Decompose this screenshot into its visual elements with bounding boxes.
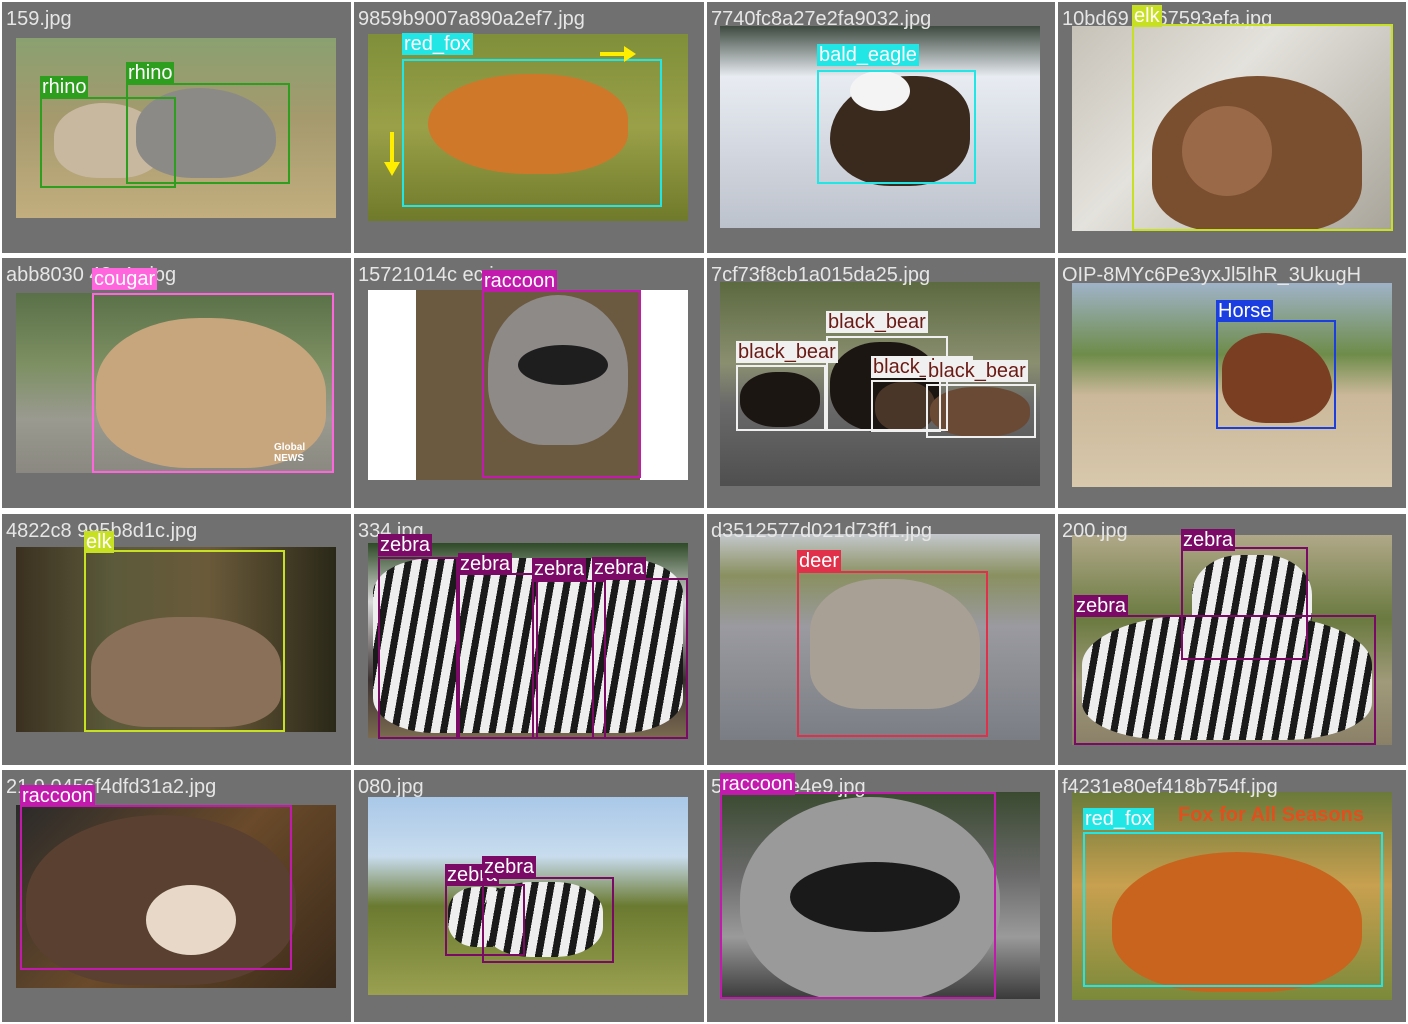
image-filename: 080.jpg (358, 776, 424, 798)
grid-cell: 21 9 0456f4dfd31a2.jpg raccoon (2, 770, 351, 1022)
yellow-arrow-icon (382, 130, 402, 183)
grid-cell: 7740fc8a27e2fa9032.jpg bald_eagle (707, 2, 1055, 253)
bounding-box[interactable] (458, 573, 538, 739)
bounding-box[interactable] (482, 290, 641, 478)
box-label: cougar (92, 268, 158, 290)
box-label: zebra (532, 558, 587, 580)
image-filename: 200.jpg (1062, 520, 1128, 542)
bounding-box[interactable] (1216, 320, 1336, 429)
bounding-box[interactable] (592, 578, 688, 739)
box-label: red_fox (1083, 808, 1154, 830)
box-label: zebra (1074, 595, 1129, 617)
grid-cell: 159.jpg rhino rhino (2, 2, 351, 253)
box-label: raccoon (482, 270, 558, 292)
box-label: black_bear (826, 311, 928, 333)
box-label: rhino (40, 76, 89, 98)
bounding-box[interactable] (402, 59, 662, 207)
grid-cell: 080.jpg zebra zebra (354, 770, 704, 1022)
box-label: black_bear (736, 341, 838, 363)
grid-cell: abb8030 43c4e.jpgcougarGlobal NEWS (2, 258, 351, 508)
box-label: zebra (1181, 529, 1236, 551)
bounding-box[interactable] (736, 365, 826, 431)
bounding-box[interactable] (1074, 615, 1376, 745)
image-filename: OIP-8MYc6Pe3yxJl5IhR_3UkugH (1062, 264, 1362, 286)
box-label: Horse (1216, 300, 1274, 322)
grid-cell: 10bd69 6667593efa.jpg elk (1058, 2, 1406, 253)
bounding-box[interactable] (378, 557, 458, 739)
grid-cell: 200.jpg zebra zebra (1058, 514, 1406, 765)
grid-cell: 334.jpg zebra zebra zebra zebra (354, 514, 704, 765)
grid-cell: 4822c8 995b8d1c.jpg elk (2, 514, 351, 765)
box-label: zebra (592, 557, 647, 579)
bounding-box[interactable] (1083, 832, 1383, 987)
image-filename: 159.jpg (6, 8, 72, 30)
box-label: raccoon (720, 773, 796, 795)
bounding-box[interactable] (1132, 24, 1393, 231)
yellow-arrow-icon (598, 44, 638, 69)
image-filename: 7cf73f8cb1a015da25.jpg (711, 264, 931, 286)
box-label: rhino (126, 62, 175, 84)
bounding-box[interactable] (797, 571, 988, 737)
grid-cell: 5 4f04ebe4e9.jpg raccoon (707, 770, 1055, 1022)
box-label: black_bear (926, 360, 1028, 382)
image-filename: 7740fc8a27e2fa9032.jpg (711, 8, 932, 30)
image-filename: f4231e80ef418b754f.jpg (1062, 776, 1278, 798)
bounding-box[interactable] (926, 384, 1036, 438)
bounding-box[interactable] (720, 792, 996, 999)
image-filename: d3512577d021d73ff1.jpg (711, 520, 932, 542)
image-filename: 9859b9007a890a2ef7.jpg (358, 8, 585, 30)
box-label: deer (797, 550, 842, 572)
bounding-box[interactable] (482, 877, 614, 963)
grid-cell: f4231e80ef418b754f.jpg red_fox Fox for All… (1058, 770, 1406, 1022)
grid-cell: d3512577d021d73ff1.jpg deer (707, 514, 1055, 765)
box-label: raccoon (20, 785, 96, 807)
bounding-box[interactable] (20, 805, 292, 970)
bounding-box[interactable] (92, 293, 334, 473)
grid-cell: 9859b9007a890a2ef7.jpg red_fox (354, 2, 704, 253)
bounding-box[interactable] (817, 70, 976, 184)
grid-cell: 7cf73f8cb1a015da25.jpg black_bear black_be… (707, 258, 1055, 508)
box-label: bald_eagle (817, 44, 919, 66)
box-label: elk (84, 531, 114, 553)
box-label: zebra (378, 534, 433, 556)
bounding-box[interactable] (84, 550, 285, 732)
box-label: red_fox (402, 33, 473, 55)
grid-cell: OIP-8MYc6Pe3yxJl5IhR_3UkugH Horse (1058, 258, 1406, 508)
magazine-headline: Fox for All Seasons (1178, 804, 1364, 826)
box-label: elk (1132, 5, 1162, 27)
box-label: zebra (482, 856, 537, 878)
box-label: zebra (458, 553, 513, 575)
bounding-box[interactable] (126, 83, 290, 184)
grid-cell: 15721014c ec.jpg raccoon (354, 258, 704, 508)
